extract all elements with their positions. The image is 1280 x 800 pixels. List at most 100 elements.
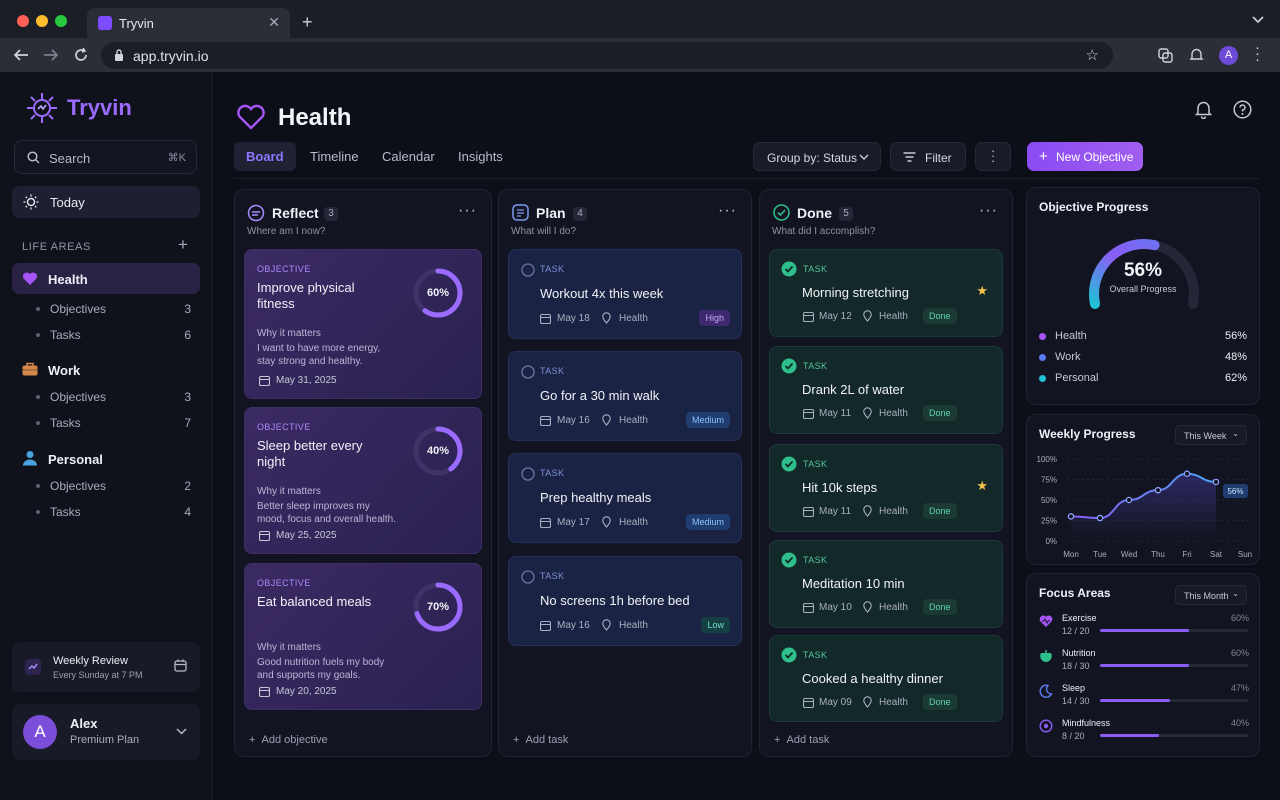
browser-profile-avatar[interactable]: A <box>1219 46 1238 65</box>
row-value: 48% <box>1224 351 1247 363</box>
task-checkbox[interactable] <box>521 263 535 277</box>
bell-icon[interactable] <box>1195 100 1212 119</box>
new-tab-icon[interactable]: + <box>302 12 313 33</box>
focus-row: Mindfulness 8 / 20 40% <box>1039 718 1249 750</box>
task-checkbox[interactable] <box>521 467 535 481</box>
task-area: Health <box>879 311 908 322</box>
add-task-button[interactable]: + Add task <box>774 734 829 746</box>
tab-timeline[interactable]: Timeline <box>298 142 371 171</box>
weekly-review-card[interactable]: Weekly Review Every Sunday at 7 PM <box>12 642 200 692</box>
focus-count: 8 / 20 <box>1062 731 1085 741</box>
column-menu-icon[interactable]: ··· <box>718 202 737 220</box>
column-menu-icon[interactable]: ··· <box>979 202 998 220</box>
maximize-window-button[interactable] <box>55 15 67 27</box>
done-icon <box>773 204 790 221</box>
tab-insights[interactable]: Insights <box>446 142 515 171</box>
browser-menu-icon[interactable]: · · · <box>1255 40 1260 67</box>
objective-card[interactable]: OBJECTIVE Improve physical fitness 60% W… <box>244 249 482 399</box>
card-kicker: TASK <box>803 555 828 565</box>
focus-progress-fill <box>1100 699 1170 702</box>
browser-tab[interactable]: Tryvin ✕ <box>87 8 290 38</box>
close-window-button[interactable] <box>17 15 29 27</box>
column-menu-icon[interactable]: ··· <box>458 202 477 220</box>
more-options-button[interactable]: · · · <box>975 142 1011 171</box>
sidebar-item-health[interactable]: Health <box>12 263 200 294</box>
task-card[interactable]: TASK Workout 4x this week May 18 Health … <box>508 249 742 339</box>
status-badge: Done <box>923 308 957 324</box>
focus-progress-fill <box>1100 629 1189 632</box>
star-icon[interactable]: ★ <box>976 283 988 299</box>
sidebar-item-work[interactable]: Work <box>12 354 200 385</box>
forward-icon[interactable] <box>43 48 59 62</box>
exercise-icon <box>1039 615 1053 627</box>
search-placeholder: Search <box>49 151 91 166</box>
done-task-card[interactable]: TASK Cooked a healthy dinner May 09 Heal… <box>769 635 1003 722</box>
sidebar-item-today[interactable]: Today <box>12 186 200 218</box>
card-title: Morning stretching <box>802 285 909 300</box>
add-task-button[interactable]: + Add task <box>513 734 568 746</box>
progress-label: 60% <box>426 287 450 299</box>
address-bar[interactable]: app.tryvin.io ☆ <box>101 42 1113 69</box>
extensions-icon[interactable] <box>1158 48 1173 63</box>
check-circle-icon[interactable] <box>781 261 797 277</box>
progress-label: 40% <box>426 445 450 457</box>
bookmark-star-icon[interactable]: ☆ <box>1086 46 1099 64</box>
search-input[interactable]: Search ⌘K <box>14 140 197 174</box>
brand-logo-icon <box>27 93 57 123</box>
tab-board[interactable]: Board <box>234 142 296 171</box>
browser-chrome: Tryvin ✕ + app.tryvin.io ☆ A · · · <box>0 0 1280 72</box>
filter-label: Filter <box>925 151 952 165</box>
minimize-window-button[interactable] <box>36 15 48 27</box>
task-card[interactable]: TASK Prep healthy meals May 17 Health Me… <box>508 453 742 543</box>
star-icon[interactable]: ★ <box>976 478 988 494</box>
check-circle-icon[interactable] <box>781 552 797 568</box>
task-checkbox[interactable] <box>521 365 535 379</box>
tab-list-chevron-icon[interactable] <box>1252 16 1264 24</box>
objective-card[interactable]: OBJECTIVE Sleep better every night 40% W… <box>244 407 482 554</box>
card-date: May 25, 2025 <box>276 530 337 541</box>
new-objective-button[interactable]: + New Objective <box>1027 142 1143 171</box>
x-tick-label: Sat <box>1210 550 1223 559</box>
add-objective-button[interactable]: + Add objective <box>249 734 328 746</box>
card-title: Cooked a healthy dinner <box>802 671 943 686</box>
help-icon[interactable] <box>1233 100 1252 119</box>
check-circle-icon[interactable] <box>781 358 797 374</box>
tab-calendar[interactable]: Calendar <box>370 142 447 171</box>
task-card[interactable]: TASK No screens 1h before bed May 16 Hea… <box>508 556 742 646</box>
card-kicker: TASK <box>540 264 565 274</box>
why-label: Why it matters <box>257 486 321 497</box>
reload-icon[interactable] <box>73 47 89 63</box>
month-range-dropdown[interactable]: This Month ⌄ <box>1175 585 1247 605</box>
calendar-icon <box>259 375 270 386</box>
group-by-dropdown[interactable]: Group by: Status <box>753 142 881 171</box>
done-task-card[interactable]: TASK Meditation 10 min May 10 Health Don… <box>769 540 1003 628</box>
done-task-card[interactable]: TASK Morning stretching ★ May 12 Health … <box>769 249 1003 337</box>
task-checkbox[interactable] <box>521 570 535 584</box>
filter-button[interactable]: Filter <box>890 142 966 171</box>
location-pin-icon <box>863 505 872 517</box>
sidebar-item-personal[interactable]: Personal <box>12 443 200 474</box>
task-date: May 11 <box>819 408 852 419</box>
week-range-dropdown[interactable]: This Week ⌄ <box>1175 425 1247 445</box>
user-profile[interactable]: A Alex Premium Plan <box>12 704 200 760</box>
add-life-area-icon[interactable]: + <box>178 235 188 255</box>
done-task-card[interactable]: TASK Hit 10k steps ★ May 11 Health Done <box>769 444 1003 532</box>
row-label: Health <box>1055 330 1087 342</box>
task-area: Health <box>879 602 908 613</box>
check-circle-icon[interactable] <box>781 647 797 663</box>
weekly-data-point <box>1183 470 1191 478</box>
overall-progress-caption: Overall Progress <box>1109 284 1177 294</box>
moon-icon <box>1039 684 1053 698</box>
calendar-icon[interactable] <box>174 659 187 672</box>
objective-card[interactable]: OBJECTIVE Eat balanced meals 70% Why it … <box>244 563 482 710</box>
row-label: Work <box>1055 351 1081 363</box>
task-date: May 11 <box>819 506 852 517</box>
back-icon[interactable] <box>13 48 29 62</box>
notifications-browser-icon[interactable] <box>1189 47 1204 63</box>
sub-label: Objectives <box>50 390 107 404</box>
task-card[interactable]: TASK Go for a 30 min walk May 16 Health … <box>508 351 742 441</box>
check-circle-icon[interactable] <box>781 456 797 472</box>
done-task-card[interactable]: TASK Drank 2L of water May 11 Health Don… <box>769 346 1003 434</box>
weekly-data-point <box>1067 513 1075 520</box>
close-tab-icon[interactable]: ✕ <box>268 14 280 31</box>
